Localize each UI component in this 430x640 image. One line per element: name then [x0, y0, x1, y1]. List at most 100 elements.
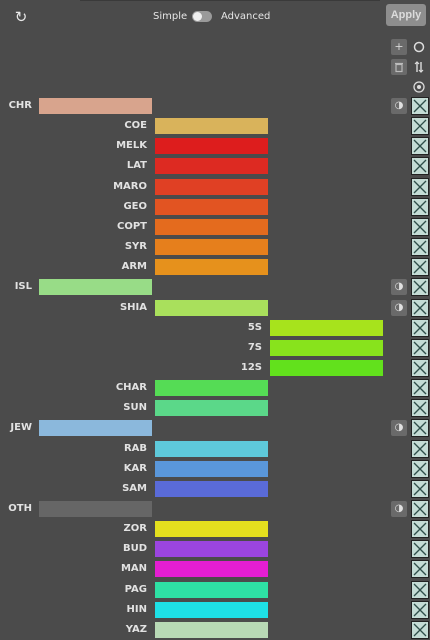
- row-label: COE: [124, 120, 147, 132]
- tree-row: COPT: [0, 217, 430, 237]
- color-swatch[interactable]: [270, 339, 383, 356]
- contrast-icon[interactable]: ◑: [391, 299, 407, 316]
- checkbox[interactable]: [411, 479, 429, 498]
- tree-row: MAN: [0, 559, 430, 579]
- plus-icon[interactable]: +: [391, 39, 407, 55]
- checkbox[interactable]: [411, 117, 429, 136]
- color-swatch[interactable]: [155, 460, 268, 477]
- color-swatch[interactable]: [155, 198, 268, 215]
- row-label: YAZ: [125, 623, 147, 635]
- checkbox[interactable]: [411, 379, 429, 398]
- color-swatch[interactable]: [155, 259, 268, 276]
- row-label: RAB: [123, 442, 147, 454]
- tree-row: SUN: [0, 398, 430, 418]
- color-swatch[interactable]: [155, 480, 268, 497]
- checkbox[interactable]: [411, 97, 429, 115]
- row-label: 12S: [240, 361, 262, 373]
- color-swatch[interactable]: [155, 138, 268, 155]
- checkbox[interactable]: [411, 197, 429, 216]
- color-swatch[interactable]: [155, 581, 268, 598]
- color-swatch[interactable]: [155, 400, 268, 417]
- trash-icon[interactable]: [391, 59, 407, 75]
- row-label: KAR: [123, 462, 147, 474]
- row-label: CHR: [8, 100, 32, 111]
- checkbox[interactable]: [411, 298, 429, 317]
- tree-row: SYR: [0, 237, 430, 257]
- tree-row: BUD: [0, 539, 430, 559]
- checkbox[interactable]: [411, 399, 429, 418]
- checkbox[interactable]: [411, 217, 429, 236]
- row-label: SHIA: [119, 301, 147, 313]
- color-swatch[interactable]: [155, 521, 268, 538]
- tree-row: CHR ◑: [0, 96, 430, 116]
- tree-row: JEW ◑: [0, 418, 430, 438]
- tree-row: MARO: [0, 177, 430, 197]
- row-label: SUN: [123, 402, 147, 414]
- checkbox[interactable]: [411, 439, 429, 458]
- color-swatch[interactable]: [39, 501, 152, 517]
- sort-icon[interactable]: [411, 59, 427, 75]
- target-icon[interactable]: [411, 79, 427, 95]
- color-swatch[interactable]: [155, 118, 268, 135]
- contrast-icon[interactable]: ◑: [391, 279, 407, 296]
- mode-simple-label: Simple: [153, 11, 188, 22]
- color-swatch[interactable]: [155, 299, 268, 316]
- color-swatch[interactable]: [270, 359, 383, 376]
- color-swatch[interactable]: [155, 218, 268, 235]
- row-label: MELK: [116, 140, 147, 152]
- checkbox[interactable]: [411, 580, 429, 599]
- tree-row: 12S: [0, 358, 430, 378]
- tree-row: CHAR: [0, 378, 430, 398]
- tree-row: HIN: [0, 600, 430, 620]
- checkbox[interactable]: [411, 500, 429, 518]
- row-label: LAT: [126, 160, 147, 172]
- row-label: MAN: [120, 563, 147, 575]
- color-swatch[interactable]: [155, 158, 268, 175]
- checkbox[interactable]: [411, 459, 429, 478]
- checkbox[interactable]: [411, 258, 429, 277]
- tree-row: MELK: [0, 136, 430, 156]
- contrast-icon[interactable]: ◑: [391, 420, 407, 437]
- mode-toggle[interactable]: [192, 11, 212, 22]
- color-swatch[interactable]: [155, 178, 268, 195]
- color-swatch[interactable]: [39, 279, 152, 296]
- checkbox[interactable]: [411, 620, 429, 639]
- row-label: MARO: [113, 180, 147, 192]
- checkbox[interactable]: [411, 520, 429, 539]
- checkbox[interactable]: [411, 560, 429, 579]
- color-swatch[interactable]: [155, 440, 268, 457]
- checkbox[interactable]: [411, 157, 429, 176]
- circle-icon[interactable]: [411, 39, 427, 55]
- reset-icon[interactable]: ↻: [12, 8, 30, 26]
- row-label: BUD: [122, 543, 147, 555]
- color-swatch[interactable]: [155, 380, 268, 397]
- contrast-icon[interactable]: ◑: [391, 98, 407, 114]
- color-swatch[interactable]: [39, 98, 152, 114]
- row-label: SYR: [124, 241, 147, 253]
- toggle-knob: [193, 12, 202, 21]
- color-swatch[interactable]: [155, 561, 268, 578]
- contrast-icon[interactable]: ◑: [391, 501, 407, 517]
- checkbox[interactable]: [411, 238, 429, 257]
- color-swatch[interactable]: [155, 541, 268, 558]
- color-swatch[interactable]: [155, 621, 268, 638]
- color-swatch[interactable]: [39, 420, 152, 437]
- checkbox[interactable]: [411, 177, 429, 196]
- checkbox[interactable]: [411, 278, 429, 297]
- color-swatch[interactable]: [270, 319, 383, 336]
- row-label: SAM: [122, 482, 147, 494]
- apply-button[interactable]: Apply: [386, 4, 426, 26]
- checkbox[interactable]: [411, 358, 429, 377]
- tree-row: SAM: [0, 479, 430, 499]
- checkbox[interactable]: [411, 338, 429, 357]
- top-bar: ↻ Simple Advanced Apply: [0, 0, 430, 34]
- checkbox[interactable]: [411, 137, 429, 156]
- checkbox[interactable]: [411, 600, 429, 619]
- tree-row: LAT: [0, 156, 430, 176]
- checkbox[interactable]: [411, 419, 429, 438]
- color-swatch[interactable]: [155, 601, 268, 618]
- tree-row: PAG: [0, 580, 430, 600]
- checkbox[interactable]: [411, 540, 429, 559]
- color-swatch[interactable]: [155, 239, 268, 256]
- checkbox[interactable]: [411, 318, 429, 337]
